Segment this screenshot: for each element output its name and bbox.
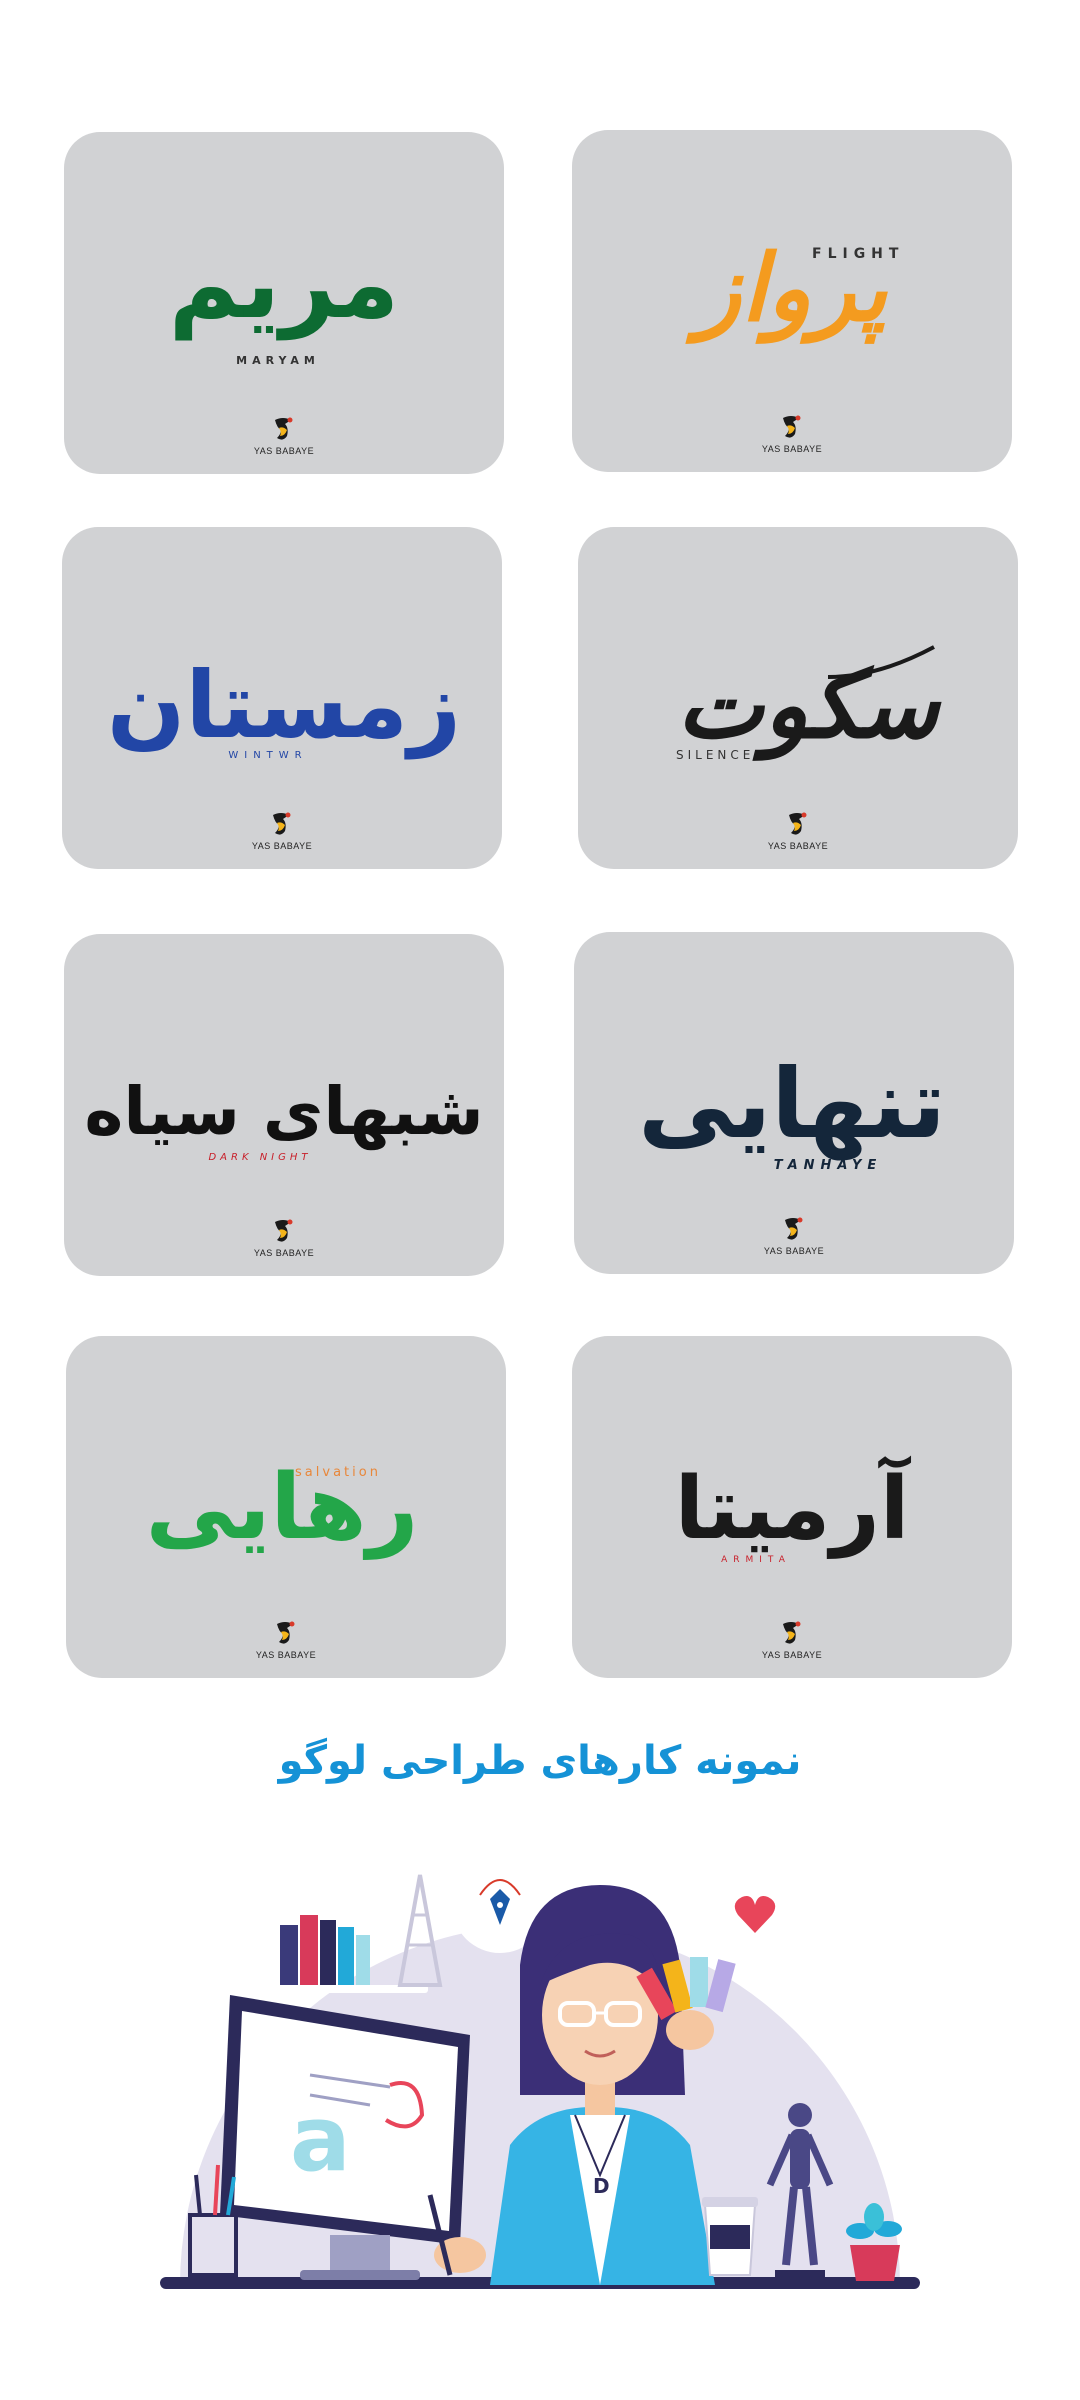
designer-signature: YAS BABAYE [64, 414, 504, 456]
signature-text: YAS BABAYE [761, 1650, 823, 1660]
signature-text: YAS BABAYE [763, 1246, 825, 1256]
signature-text: YAS BABAYE [253, 1248, 315, 1258]
designer-signature: YAS BABAYE [66, 1618, 506, 1660]
signature-logo-icon [273, 812, 291, 835]
signature-text: YAS BABAYE [253, 446, 315, 456]
page-heading: نمونه کارهای طراحی لوگو [278, 1738, 802, 1784]
heart-icon [719, 1879, 791, 1951]
logo-card-tanhaye[interactable]: تنهایی TANHAYE YAS BABAYE [574, 932, 1014, 1274]
svg-text:a: a [290, 2087, 351, 2192]
designer-signature: YAS BABAYE [572, 1618, 1012, 1660]
logo-title: سکوت [677, 652, 942, 761]
signature-logo-icon [275, 417, 293, 440]
designer-signature: YAS BABAYE [62, 809, 502, 851]
signature-logo-icon [789, 812, 807, 835]
logo-card-parvaz[interactable]: FLIGHT پرواز YAS BABAYE [572, 130, 1012, 472]
svg-text:D: D [593, 2174, 610, 2198]
logo-card-zemestan[interactable]: زمستان WINTWR YAS BABAYE [62, 527, 502, 869]
logo-title: مریم [169, 228, 399, 341]
logo-card-maryam[interactable]: مریم MARYAM YAS BABAYE [64, 132, 504, 474]
designer-signature: YAS BABAYE [572, 412, 1012, 454]
logo-subtitle: DARK NIGHT [208, 1152, 311, 1163]
designer-signature: YAS BABAYE [64, 1216, 504, 1258]
logo-title: تنهایی [638, 1048, 946, 1161]
logo-subtitle: SILENCE [676, 748, 754, 762]
logo-card-rahaee[interactable]: salvation رهایی YAS BABAYE [66, 1336, 506, 1678]
designer-illustration: a D [160, 1857, 920, 2289]
signature-logo-icon [785, 1217, 803, 1240]
signature-text: YAS BABAYE [251, 841, 313, 851]
logo-title: رهایی [146, 1455, 419, 1560]
signature-text: YAS BABAYE [761, 444, 823, 454]
logo-title: شبهای سیاه [84, 1073, 483, 1151]
logo-card-armita[interactable]: آرمیتا ARMITA YAS BABAYE [572, 1336, 1012, 1678]
logo-title: زمستان [107, 652, 461, 759]
coffee-cup-icon [702, 2197, 758, 2276]
logo-subtitle: WINTWR [228, 750, 307, 761]
designer-signature: YAS BABAYE [574, 1214, 1014, 1256]
signature-logo-icon [277, 1621, 295, 1644]
logo-title: آرمیتا [675, 1456, 912, 1559]
logo-title: پرواز [685, 235, 889, 344]
signature-text: YAS BABAYE [255, 1650, 317, 1660]
signature-text: YAS BABAYE [767, 841, 829, 851]
logo-card-sokout[interactable]: سکوت SILENCE YAS BABAYE [578, 527, 1018, 869]
logo-subtitle: TANHAYE [774, 1158, 883, 1173]
logo-subtitle: ARMITA [721, 1555, 791, 1565]
signature-logo-icon [275, 1219, 293, 1242]
signature-logo-icon [783, 1621, 801, 1644]
designer-signature: YAS BABAYE [578, 809, 1018, 851]
logo-subtitle: MARYAM [236, 354, 320, 367]
signature-logo-icon [783, 415, 801, 438]
logo-card-shabhaye-siah[interactable]: شبهای سیاه DARK NIGHT YAS BABAYE [64, 934, 504, 1276]
